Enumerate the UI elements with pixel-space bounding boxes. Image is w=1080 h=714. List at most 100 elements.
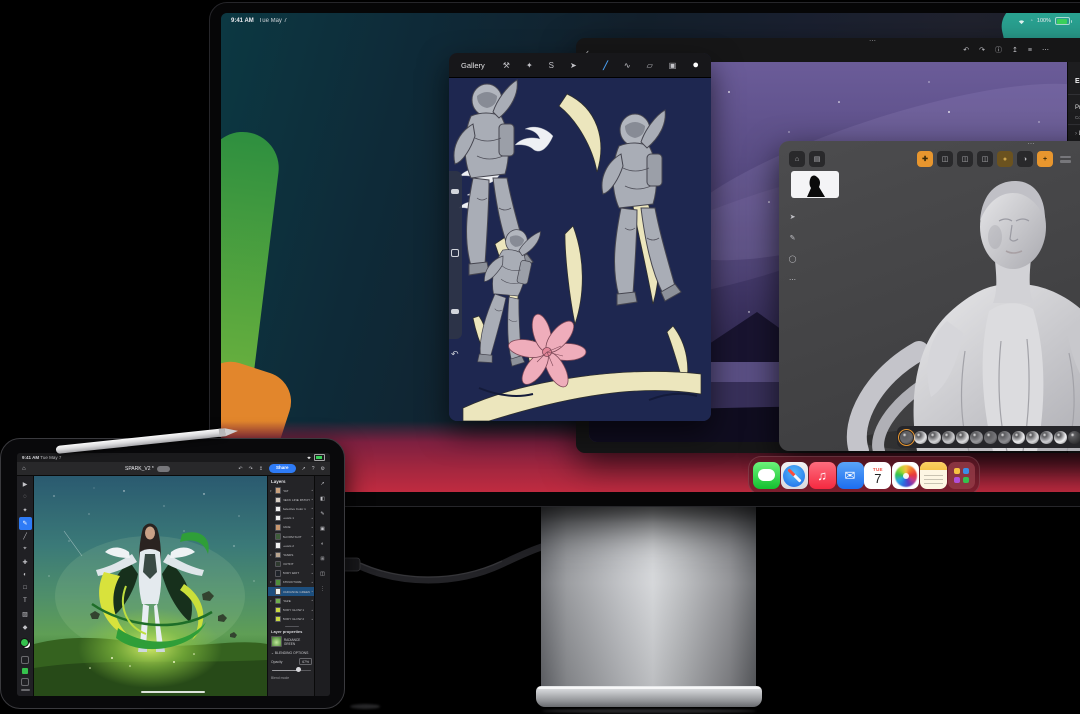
mirror-x-icon[interactable]: ◫ xyxy=(937,151,953,167)
add-icon[interactable]: + xyxy=(1037,151,1053,167)
matcap-swatch-10[interactable] xyxy=(1026,430,1039,444)
info-icon[interactable]: ⓘ xyxy=(995,45,1002,55)
layer-visibility-icon[interactable]: ● xyxy=(311,507,313,510)
modify-button[interactable] xyxy=(451,249,459,257)
adjustments-wand-icon[interactable]: ✦ xyxy=(526,61,533,70)
layer-row[interactable]: BLOOM SUIT ● xyxy=(268,532,315,541)
gallery-button[interactable]: Gallery xyxy=(461,61,485,70)
blending-options-toggle[interactable]: ⌄ BLENDING OPTIONS xyxy=(271,651,315,655)
view-option[interactable] xyxy=(21,678,29,686)
layer-visibility-icon[interactable]: ● xyxy=(311,618,313,621)
layer-row[interactable]: BODY GLOW 1 ● xyxy=(268,605,315,614)
pen-icon[interactable]: ✎ xyxy=(320,511,324,517)
grid-icon[interactable]: ⊞ xyxy=(320,556,324,562)
mirror-z-icon[interactable]: ◫ xyxy=(977,151,993,167)
properties-icon[interactable]: ▣ xyxy=(320,526,325,532)
undo-icon[interactable]: ↶ xyxy=(238,466,242,472)
matcap-sphere-icon[interactable]: ● xyxy=(997,151,1013,167)
layer-row[interactable]: Levels 2 ● xyxy=(268,541,315,550)
layer-row[interactable]: OUTFIT ● xyxy=(268,560,315,569)
matcap-swatch-12[interactable] xyxy=(1054,430,1067,444)
move-icon[interactable]: ▶ xyxy=(19,478,32,491)
app-library-icon[interactable] xyxy=(948,462,975,489)
layer-row[interactable]: ▾ STRUCTURE ● xyxy=(268,578,315,587)
matcap-swatch-9[interactable] xyxy=(1012,430,1025,444)
circle-tool-icon[interactable]: ◯ xyxy=(789,255,797,263)
ps-brush-icon[interactable]: ✎ xyxy=(18,517,32,530)
pc-layers-icon[interactable]: ▣ xyxy=(669,61,677,70)
layer-visibility-icon[interactable]: ● xyxy=(311,535,313,538)
eyedropper-icon[interactable]: ◆ xyxy=(19,621,32,634)
layer-row[interactable]: BODY GLOW 2 ● xyxy=(268,615,315,624)
layer-caret-icon[interactable]: ▾ xyxy=(270,489,273,493)
music-icon[interactable] xyxy=(808,462,836,489)
detail-labels-icon[interactable] xyxy=(1057,151,1073,167)
layer-row[interactable]: BODY EDIT ● xyxy=(268,569,315,578)
split-view-icon[interactable]: ◧ xyxy=(320,496,325,502)
pen-icon[interactable]: ✎ xyxy=(790,234,796,242)
layer-caret-icon[interactable]: ▾ xyxy=(270,580,273,584)
layer-visibility-icon[interactable]: ● xyxy=(311,498,313,501)
save-icon[interactable]: ▤ xyxy=(809,151,825,167)
share-button[interactable]: Share xyxy=(269,464,296,473)
pc-brush-icon[interactable]: ╱ xyxy=(603,61,608,70)
chevron-right-icon[interactable]: › xyxy=(1075,131,1077,137)
matcap-swatch-11[interactable] xyxy=(1040,430,1053,444)
opacity-value[interactable]: 67% xyxy=(299,658,312,666)
layer-row[interactable]: Selective Color 1 ● xyxy=(268,504,315,513)
cloud-sync-icon[interactable]: ↥ xyxy=(259,466,263,472)
matcap-swatch-1[interactable] xyxy=(898,428,915,446)
layer-row[interactable]: Levels 1 ● xyxy=(268,514,315,523)
layer-visibility-icon[interactable]: ● xyxy=(311,489,313,492)
safari-icon[interactable] xyxy=(780,462,808,489)
layer-caret-icon[interactable]: ▾ xyxy=(270,553,273,557)
foreground-color[interactable] xyxy=(19,638,29,647)
undo-icon[interactable]: ↶ xyxy=(963,45,969,55)
layer-visibility-icon[interactable]: ● xyxy=(311,544,313,547)
settings-icon[interactable]: ⚙ xyxy=(321,466,325,472)
brush-opacity-slider[interactable] xyxy=(451,309,459,314)
layer-visibility-icon[interactable]: ● xyxy=(311,599,313,602)
shading-sphere-icon[interactable]: ◑ xyxy=(1017,151,1033,167)
notes-icon[interactable] xyxy=(920,462,948,489)
layer-visibility-icon[interactable]: ● xyxy=(311,563,313,566)
adjust-icon[interactable]: ◐ xyxy=(321,541,324,547)
layer-caret-icon[interactable]: ▾ xyxy=(270,599,273,603)
layer-row[interactable]: ▾ HAT ● xyxy=(268,486,315,495)
matcap-swatch-2[interactable] xyxy=(914,430,927,444)
pc-eraser-icon[interactable]: ▱ xyxy=(647,61,653,70)
reference-thumbnail[interactable] xyxy=(791,171,839,198)
redo-icon[interactable]: ↷ xyxy=(249,466,253,472)
matcap-swatch-3[interactable] xyxy=(928,430,941,444)
more-icon[interactable]: ⋯ xyxy=(1042,45,1049,55)
layer-visibility-icon[interactable]: ● xyxy=(311,517,313,520)
lasso-icon[interactable]: ◌ xyxy=(19,491,32,504)
type-icon[interactable]: T xyxy=(19,595,32,608)
layer-row[interactable]: ▾ HAZE ● xyxy=(268,596,315,605)
selection-icon[interactable]: S xyxy=(549,61,554,70)
more-icon[interactable]: ⋯ xyxy=(789,276,796,284)
matcap-swatch-13[interactable] xyxy=(1068,430,1080,444)
clone-stamp-icon[interactable]: ⌖ xyxy=(19,543,32,556)
photos-icon[interactable] xyxy=(892,462,920,489)
presets-icon[interactable]: ≡ xyxy=(1028,45,1032,55)
procreate-canvas[interactable] xyxy=(449,78,711,421)
opacity-slider[interactable] xyxy=(272,666,311,674)
layer-visibility-icon[interactable]: ● xyxy=(311,553,313,556)
more-v-icon[interactable]: ⋮ xyxy=(320,586,325,592)
window-grabber[interactable]: ⋯ xyxy=(576,38,1080,45)
matcap-swatch-6[interactable] xyxy=(970,430,983,444)
home-indicator[interactable] xyxy=(141,690,205,693)
home-icon[interactable]: ⌂ xyxy=(22,466,26,472)
mail-icon[interactable] xyxy=(836,462,864,489)
home-icon[interactable]: ⌂ xyxy=(789,151,805,167)
columns-icon[interactable]: ◫ xyxy=(320,571,325,577)
export-icon[interactable]: ↗ xyxy=(302,466,306,472)
layer-row[interactable]: ▾ HANDS ● xyxy=(268,550,315,559)
matcap-swatch-5[interactable] xyxy=(956,430,969,444)
messages-icon[interactable] xyxy=(752,462,780,489)
pc-smudge-icon[interactable]: ∿ xyxy=(624,61,631,70)
layer-visibility-icon[interactable]: ● xyxy=(311,609,313,612)
actions-wrench-icon[interactable]: ⚒ xyxy=(503,61,510,70)
healing-icon[interactable]: ✚ xyxy=(19,556,32,569)
